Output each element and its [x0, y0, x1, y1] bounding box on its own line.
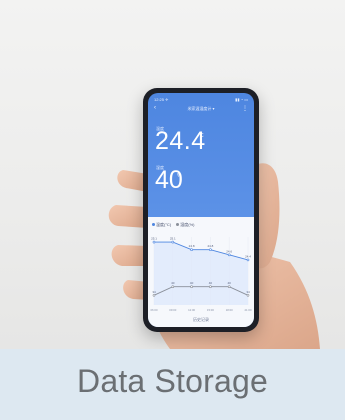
temperature-point — [227, 253, 231, 257]
legend-humidity-label: 湿度(%) — [180, 222, 195, 227]
humidity-unit: % — [177, 173, 182, 179]
humidity-point — [209, 285, 212, 289]
data-label: 24.4 — [245, 254, 251, 258]
data-label: 40 — [228, 281, 232, 285]
x-tick-label: 09:00 — [169, 308, 176, 312]
data-label: 25.1 — [170, 237, 176, 241]
status-bar: 12:25 ✈ ▮▮ ◔ ▭ — [154, 97, 248, 105]
x-tick-label: 21:00 — [245, 308, 252, 312]
data-label: 34 — [246, 290, 250, 294]
data-label: 24.6 — [226, 249, 232, 253]
x-tick-label: 18:00 — [226, 308, 233, 312]
humidity-point — [171, 285, 175, 289]
history-line-chart: 25.1 25.1 24.8 24.8 24.6 24.4 34 40 40 40 40 34 06:0… — [151, 237, 252, 312]
data-label: 40 — [190, 281, 194, 285]
x-tick-label: 06:00 — [151, 308, 158, 312]
x-tick-label: 12:00 — [188, 308, 195, 312]
data-label: 24.8 — [189, 244, 195, 248]
chart-legend: 温度(°C) 湿度(%) — [152, 222, 199, 228]
temperature-point — [209, 248, 212, 252]
phone-screen: 12:25 ✈ ▮▮ ◔ ▭ ‹ 米家温湿度计 ▾ ⋮ 温度 24.4 °C 湿… — [148, 93, 254, 327]
temperature-area — [154, 242, 248, 305]
temperature-point — [171, 240, 175, 244]
legend-temperature: 温度(°C) — [152, 222, 171, 227]
data-label: 25.1 — [151, 237, 157, 241]
product-image: 12:25 ✈ ▮▮ ◔ ▭ ‹ 米家温湿度计 ▾ ⋮ 温度 24.4 °C 湿… — [0, 0, 345, 420]
temperature-point — [152, 240, 156, 244]
feature-title: Data Storage — [77, 363, 268, 399]
data-label: 24.8 — [207, 244, 213, 248]
data-label: 34 — [152, 290, 156, 294]
photo-background: 12:25 ✈ ▮▮ ◔ ▭ ‹ 米家温湿度计 ▾ ⋮ 温度 24.4 °C 湿… — [0, 0, 345, 349]
humidity-point — [246, 293, 250, 297]
humidity-value: 40 — [155, 166, 183, 194]
history-button[interactable]: 历史记录 — [148, 317, 254, 323]
humidity-point — [190, 285, 193, 289]
legend-humidity: 湿度(%) — [176, 222, 195, 227]
humidity-point — [152, 293, 156, 297]
temperature-point — [246, 258, 250, 262]
data-label: 40 — [171, 281, 175, 285]
more-options-icon[interactable]: ⋮ — [242, 105, 248, 112]
app-navbar: ‹ 米家温湿度计 ▾ ⋮ — [148, 105, 254, 115]
data-label: 40 — [209, 281, 213, 285]
history-chart-card: 温度(°C) 湿度(%) 25.1 25.1 24.8 24.8 24.6 24.4 34 4… — [148, 217, 254, 327]
legend-temperature-label: 温度(°C) — [156, 222, 172, 227]
temperature-unit: °C — [198, 133, 204, 139]
temperature-point — [190, 248, 193, 252]
x-tick-label: 15:00 — [207, 308, 214, 312]
phone: 12:25 ✈ ▮▮ ◔ ▭ ‹ 米家温湿度计 ▾ ⋮ 温度 24.4 °C 湿… — [143, 88, 259, 332]
status-icons: ▮▮ ◔ ▭ — [235, 97, 248, 102]
device-name[interactable]: 米家温湿度计 ▾ — [148, 106, 254, 112]
feature-banner: Data Storage — [0, 349, 345, 420]
humidity-point — [227, 285, 231, 289]
status-time: 12:25 ✈ — [154, 97, 169, 102]
